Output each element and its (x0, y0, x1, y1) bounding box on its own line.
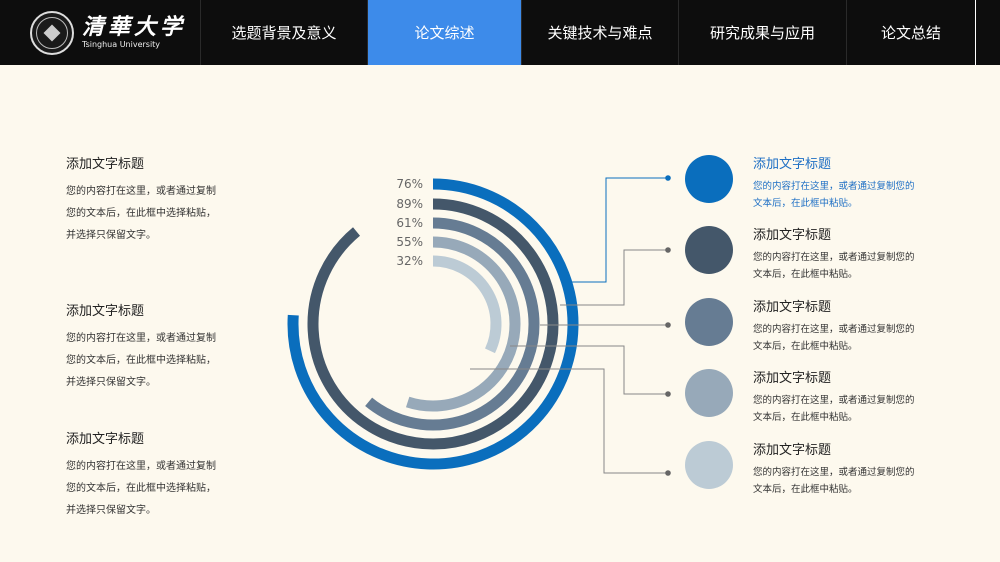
right-item: 添加文字标题 您的内容打在这里，或者通过复制您的 文本后，在此框中粘贴。 (685, 439, 985, 499)
item-title: 添加文字标题 (753, 443, 832, 458)
percentage-label: 76% (396, 177, 423, 191)
connector-dot (665, 175, 671, 181)
series-circle-icon (685, 155, 733, 203)
right-item: 添加文字标题 您的内容打在这里，或者通过复制您的 文本后，在此框中粘贴。 (685, 367, 985, 427)
series-circle-icon (685, 298, 733, 346)
connector-dot (665, 247, 671, 253)
percentage-label: 32% (396, 254, 423, 268)
percentage-label: 55% (396, 235, 423, 249)
connector-dot (665, 470, 671, 476)
item-title: 添加文字标题 (753, 300, 832, 315)
connector-dot (665, 322, 671, 328)
item-title: 添加文字标题 (753, 228, 832, 243)
item-line: 文本后，在此框中粘贴。 (753, 484, 858, 495)
right-item: 添加文字标题 您的内容打在这里，或者通过复制您的 文本后，在此框中粘贴。 (685, 224, 985, 284)
series-circle-icon (685, 441, 733, 489)
item-line: 文本后，在此框中粘贴。 (753, 198, 858, 209)
item-line: 文本后，在此框中粘贴。 (753, 412, 858, 423)
series-circle-icon (685, 226, 733, 274)
series-circle-icon (685, 369, 733, 417)
item-line: 您的内容打在这里，或者通过复制您的 (753, 252, 915, 263)
item-line: 您的内容打在这里，或者通过复制您的 (753, 181, 915, 192)
item-line: 您的内容打在这里，或者通过复制您的 (753, 395, 915, 406)
right-item: 添加文字标题 您的内容打在这里，或者通过复制您的 文本后，在此框中粘贴。 (685, 153, 985, 213)
item-line: 您的内容打在这里，或者通过复制您的 (753, 324, 915, 335)
item-line: 您的内容打在这里，或者通过复制您的 (753, 467, 915, 478)
connector-line (566, 177, 668, 283)
item-line: 文本后，在此框中粘贴。 (753, 269, 858, 280)
percentage-label: 61% (396, 216, 423, 230)
right-item: 添加文字标题 您的内容打在这里，或者通过复制您的 文本后，在此框中粘贴。 (685, 296, 985, 356)
percentage-label: 89% (396, 197, 423, 211)
radial-bar-arc (432, 255, 502, 354)
item-title: 添加文字标题 (753, 371, 832, 386)
item-title: 添加文字标题 (753, 157, 832, 172)
item-line: 文本后，在此框中粘贴。 (753, 341, 858, 352)
connector-line (560, 249, 668, 306)
radial-bar-arc (365, 217, 540, 431)
connector-dot (665, 391, 671, 397)
